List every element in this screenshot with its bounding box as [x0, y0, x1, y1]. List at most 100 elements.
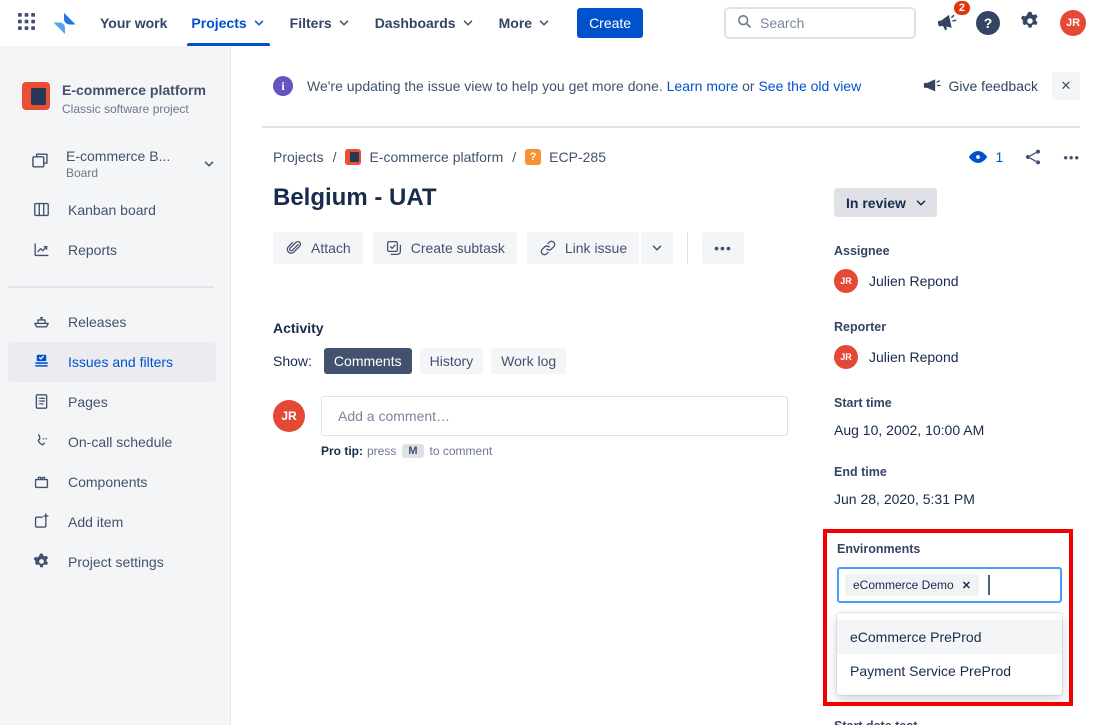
keycap-m: M — [402, 444, 423, 458]
close-icon[interactable]: ✕ — [1052, 72, 1080, 100]
chip-remove-icon[interactable]: ✕ — [962, 579, 971, 592]
tab-work-log[interactable]: Work log — [491, 348, 566, 374]
nav-label: Filters — [290, 15, 332, 31]
sidebar-item-kanban-board[interactable]: Kanban board — [0, 190, 230, 230]
tab-history[interactable]: History — [420, 348, 484, 374]
learn-more-link[interactable]: Learn more — [667, 78, 739, 94]
sidebar-item-issues-and-filters[interactable]: Issues and filters — [8, 342, 216, 382]
nav-label: Dashboards — [375, 15, 456, 31]
nav-projects[interactable]: Projects — [179, 0, 277, 46]
help-button[interactable]: ? — [976, 11, 1000, 35]
question-icon: ? — [984, 15, 993, 31]
reporter-value[interactable]: JR Julien Repond — [834, 345, 1080, 369]
app-switcher-button[interactable] — [10, 7, 42, 39]
breadcrumb-projects[interactable]: Projects — [273, 149, 324, 165]
board-stack-icon — [30, 151, 50, 176]
chart-line-icon — [30, 240, 52, 259]
breadcrumb-project[interactable]: E-commerce platform — [345, 149, 503, 165]
environments-input[interactable]: eCommerce Demo ✕ — [837, 567, 1062, 603]
breadcrumb-separator: / — [512, 149, 516, 165]
assignee-name: Julien Repond — [869, 273, 959, 289]
issues-filter-icon — [30, 352, 52, 371]
issue-details-panel: In review Assignee JR Julien Repond Repo… — [834, 178, 1080, 725]
status-label: In review — [846, 195, 906, 211]
sidebar-item-add-item[interactable]: Add item — [0, 502, 230, 542]
breadcrumb-separator: / — [333, 149, 337, 165]
nav-more[interactable]: More — [487, 0, 563, 46]
sidebar-item-on-call-schedule[interactable]: On-call schedule — [0, 422, 230, 462]
sidebar-item-components[interactable]: Components — [0, 462, 230, 502]
document-icon — [30, 392, 52, 411]
global-search[interactable] — [724, 7, 916, 39]
text-cursor — [988, 575, 990, 595]
search-input[interactable] — [760, 15, 904, 31]
left-sidebar: E-commerce platform Classic software pro… — [0, 46, 231, 725]
board-name: E-commerce B... — [66, 148, 170, 164]
issue-type-icon: ? — [525, 149, 541, 165]
give-feedback-button[interactable]: Give feedback — [921, 76, 1039, 96]
sidebar-item-reports[interactable]: Reports — [0, 230, 230, 270]
share-icon — [1023, 147, 1043, 167]
link-issue-dropdown-button[interactable] — [639, 232, 673, 264]
sidebar-item-label: On-call schedule — [68, 434, 172, 450]
top-navigation: Your work Projects Filters Dashboards Mo… — [0, 0, 1100, 46]
start-time-label: Start time — [834, 396, 1080, 410]
share-button[interactable] — [1023, 147, 1043, 167]
sidebar-item-label: Pages — [68, 394, 108, 410]
chevron-down-icon — [461, 16, 475, 30]
attach-button[interactable]: Attach — [273, 232, 363, 264]
give-feedback-label: Give feedback — [949, 78, 1039, 94]
gear-icon — [1019, 10, 1041, 37]
tab-comments[interactable]: Comments — [324, 348, 412, 374]
sidebar-item-releases[interactable]: Releases — [0, 302, 230, 342]
comment-input[interactable] — [321, 396, 788, 436]
main-content: i We're updating the issue view to help … — [232, 46, 1100, 725]
sidebar-item-label: Reports — [68, 242, 117, 258]
reporter-label: Reporter — [834, 320, 1080, 334]
watch-button[interactable]: 1 — [967, 146, 1004, 168]
link-icon — [539, 239, 557, 257]
sidebar-item-label: Issues and filters — [68, 354, 173, 370]
chevron-down-icon — [337, 16, 351, 30]
assignee-value[interactable]: JR Julien Repond — [834, 269, 1080, 293]
chevron-down-icon — [537, 16, 551, 30]
sidebar-item-pages[interactable]: Pages — [0, 382, 230, 422]
link-issue-split-button: Link issue — [527, 232, 673, 264]
user-avatar[interactable]: JR — [1060, 10, 1086, 36]
more-actions-button[interactable]: ••• — [702, 232, 744, 264]
issue-action-buttons: Attach Create subtask Link is — [273, 232, 788, 264]
status-dropdown[interactable]: In review — [834, 188, 937, 217]
sidebar-item-project-settings[interactable]: Project settings — [0, 542, 230, 582]
breadcrumb-issue-key[interactable]: ? ECP-285 — [525, 149, 606, 165]
see-old-view-link[interactable]: See the old view — [758, 78, 861, 94]
create-button[interactable]: Create — [577, 8, 643, 38]
pro-tip: Pro tip: press M to comment — [321, 444, 788, 458]
reporter-name: Julien Repond — [869, 349, 959, 365]
link-issue-button[interactable]: Link issue — [527, 232, 639, 264]
nav-your-work[interactable]: Your work — [88, 0, 179, 46]
nav-filters[interactable]: Filters — [278, 0, 363, 46]
sidebar-board-switcher[interactable]: E-commerce B... Board — [0, 138, 230, 190]
settings-button[interactable] — [1014, 7, 1046, 39]
dropdown-option[interactable]: Payment Service PreProd — [837, 654, 1062, 688]
breadcrumb-issue-label: ECP-285 — [549, 149, 606, 165]
ship-icon — [30, 312, 52, 331]
activity-filter-tabs: Show: Comments History Work log — [273, 348, 788, 374]
nav-label: More — [499, 15, 532, 31]
notifications-button[interactable]: 2 — [930, 7, 962, 39]
sidebar-divider — [8, 286, 214, 288]
project-avatar-icon — [345, 149, 361, 165]
banner-message-text: We're updating the issue view to help yo… — [307, 78, 663, 94]
create-subtask-button[interactable]: Create subtask — [373, 232, 517, 264]
nav-dashboards[interactable]: Dashboards — [363, 0, 487, 46]
start-time-value[interactable]: Aug 10, 2002, 10:00 AM — [834, 422, 1080, 438]
jira-logo[interactable] — [48, 7, 80, 39]
environment-chip-label: eCommerce Demo — [853, 578, 954, 592]
end-time-value[interactable]: Jun 28, 2020, 5:31 PM — [834, 491, 1080, 507]
ellipsis-icon: ••• — [714, 240, 732, 256]
issue-more-actions-button[interactable]: ••• — [1063, 150, 1080, 165]
dropdown-option[interactable]: eCommerce PreProd — [837, 620, 1062, 654]
megaphone-icon — [933, 10, 959, 36]
eye-icon — [967, 146, 989, 168]
update-banner: i We're updating the issue view to help … — [232, 46, 1100, 126]
